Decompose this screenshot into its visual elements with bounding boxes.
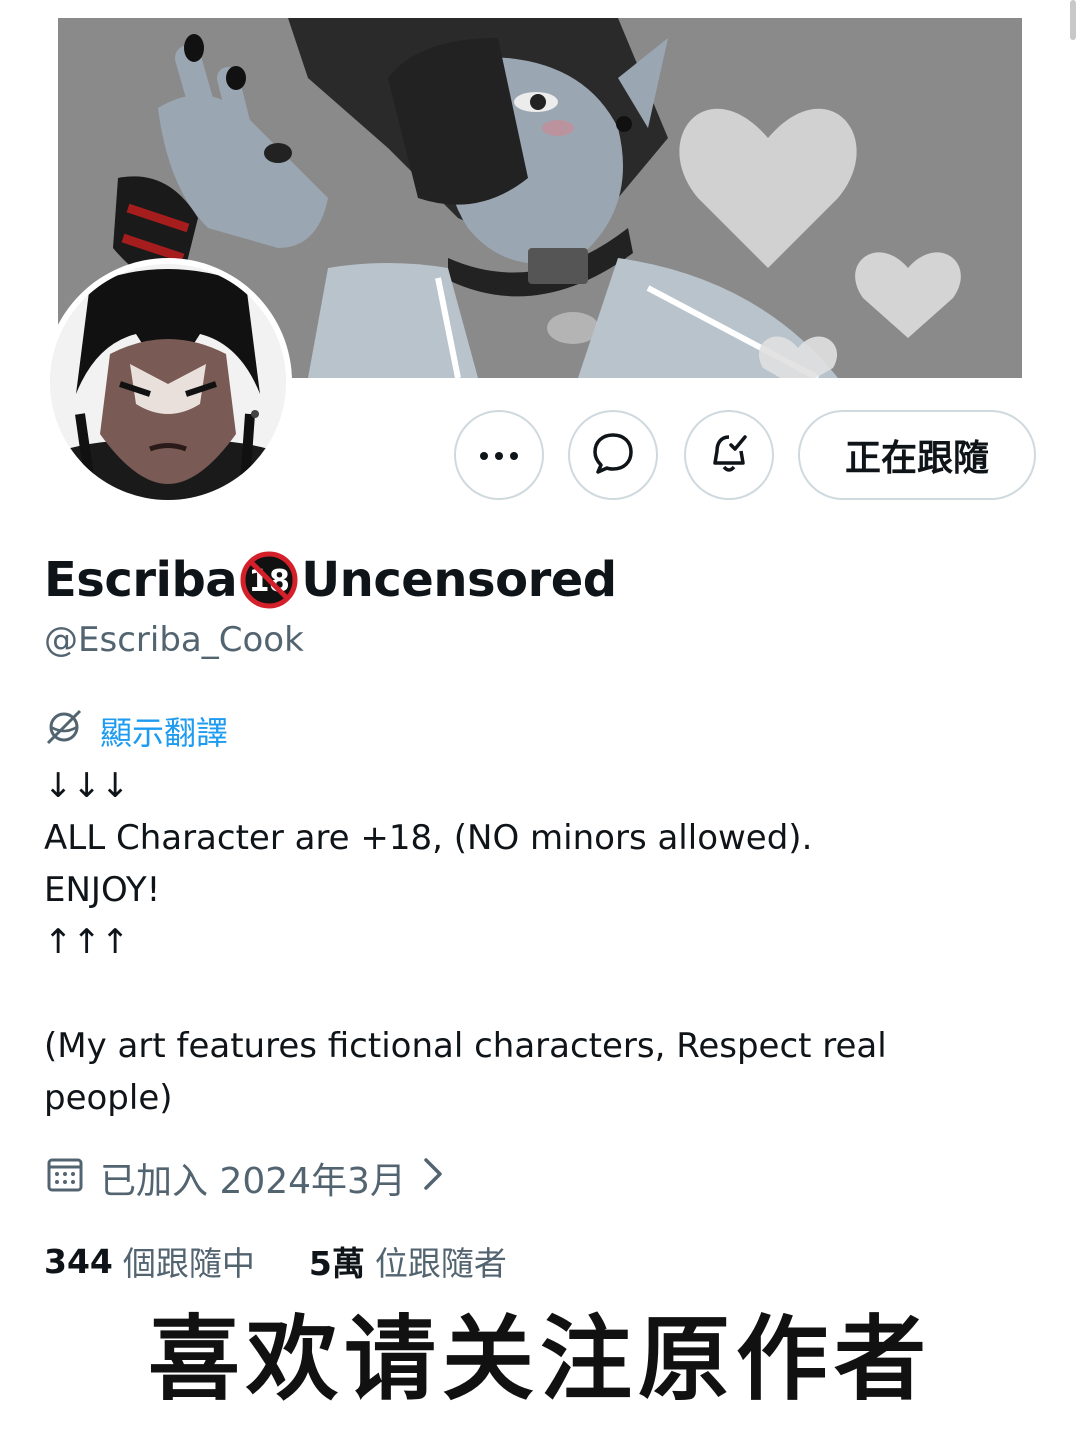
followers-stat-label: 位跟隨者 bbox=[374, 1244, 507, 1283]
display-name-right: Uncensored bbox=[301, 552, 617, 608]
joined-label: 已加入 2024年3月 bbox=[100, 1161, 406, 1202]
following-count: 344 bbox=[44, 1241, 113, 1281]
user-handle: @Escriba_Cook bbox=[44, 620, 304, 660]
followers-stat[interactable]: 5萬 位跟隨者 bbox=[309, 1237, 507, 1285]
following-stat[interactable]: 344 個跟隨中 bbox=[44, 1237, 255, 1285]
follow-stats: 344 個跟隨中 5萬 位跟隨者 bbox=[44, 1236, 561, 1286]
bell-check-icon bbox=[707, 431, 751, 479]
message-bubble-icon bbox=[591, 431, 635, 479]
notifications-button[interactable] bbox=[684, 410, 774, 500]
joined-date: 已加入 2024年3月 bbox=[44, 1152, 446, 1204]
display-name: Escriba 18 Uncensored bbox=[44, 548, 617, 612]
followers-count: 5萬 bbox=[308, 1244, 365, 1283]
overlay-caption: 喜欢请关注原作者 bbox=[147, 1305, 932, 1413]
message-button[interactable] bbox=[568, 410, 658, 500]
more-options-button[interactable] bbox=[454, 410, 544, 500]
translation-label: 顯示翻譯 bbox=[100, 714, 229, 752]
show-translation-link[interactable]: 顯示翻譯 bbox=[44, 708, 228, 754]
ellipsis-icon bbox=[479, 446, 519, 465]
chevron-right-icon[interactable] bbox=[420, 1154, 446, 1203]
calendar-icon bbox=[44, 1153, 86, 1204]
scrollbar[interactable] bbox=[1070, 0, 1076, 40]
following-button[interactable]: 正在跟隨 bbox=[798, 410, 1036, 500]
no-under-18-icon: 18 bbox=[239, 550, 299, 610]
profile-bio: ↓↓↓ ALL Character are +18, (NO minors al… bbox=[44, 766, 887, 1118]
display-name-left: Escriba bbox=[44, 552, 238, 608]
following-stat-label: 個跟隨中 bbox=[122, 1244, 255, 1283]
globe-slash-icon bbox=[44, 707, 84, 755]
profile-avatar[interactable] bbox=[44, 258, 292, 506]
following-label: 正在跟隨 bbox=[844, 438, 989, 479]
